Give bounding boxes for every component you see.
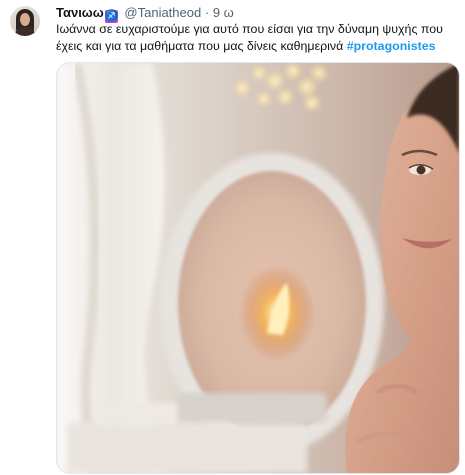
separator-dot: ·: [204, 5, 210, 20]
avatar-face: [20, 13, 30, 26]
tweet-text: Ιωάννα σε ευχαριστούμε για αυτό που είσα…: [56, 21, 456, 55]
avatar-shirt: [15, 27, 35, 36]
author-handle[interactable]: @Taniatheod: [124, 5, 201, 20]
tweet-timestamp[interactable]: 9 ω: [213, 5, 234, 20]
avatar[interactable]: [10, 6, 40, 36]
tweet: Τανιωω♐ @Taniatheod · 9 ω Ιωάννα σε ευχα…: [0, 0, 465, 475]
tweet-photo[interactable]: [56, 62, 460, 474]
author-name[interactable]: Τανιωω: [56, 5, 104, 20]
hashtag-link[interactable]: #protagonistes: [347, 39, 436, 53]
tweet-photo-image: [57, 63, 459, 473]
